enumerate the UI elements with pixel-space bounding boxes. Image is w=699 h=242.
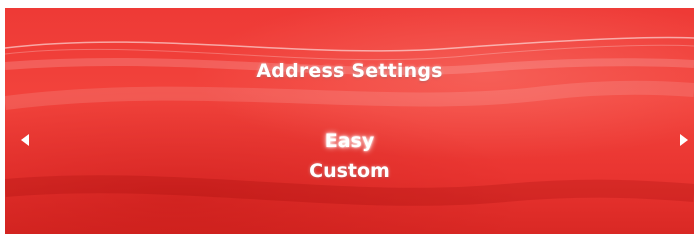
- page-title: Address Settings: [256, 60, 443, 82]
- menu-item-easy[interactable]: Easy: [325, 126, 375, 156]
- menu-item-custom[interactable]: Custom: [309, 156, 390, 186]
- background-wave-graphic: [5, 36, 694, 206]
- settings-menu: Easy Custom: [5, 126, 694, 186]
- settings-screen: Address Settings Easy Custom: [5, 8, 694, 234]
